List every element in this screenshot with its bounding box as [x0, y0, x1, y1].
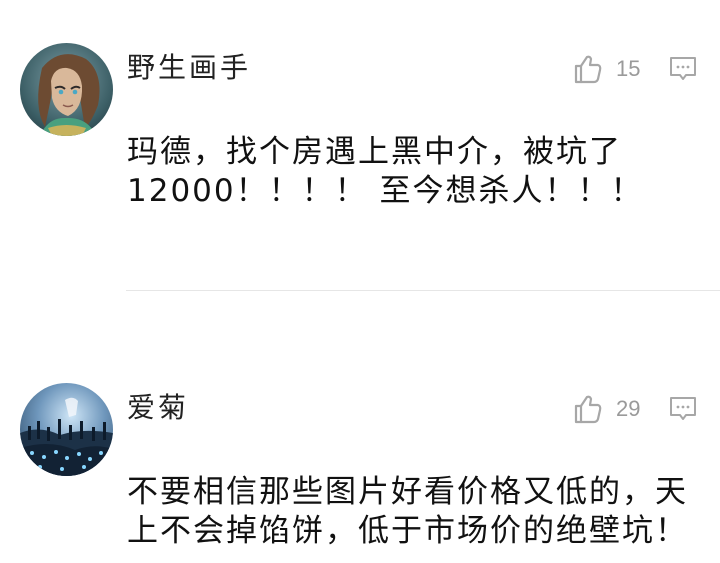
avatar-anime-character	[20, 43, 113, 136]
user-avatar[interactable]	[20, 43, 113, 136]
avatar-army-scene	[20, 383, 113, 476]
comment-item: 野生画手 15 玛德，找个房遇上黑中介，被坑了12000！！！！ 至今想杀人！！…	[0, 40, 720, 290]
comment-item: 爱菊 29 不要相信那些图片好看价格又低的，天上不会掉馅饼，低于市场价的绝壁坑！	[0, 380, 720, 563]
comment-text: 玛德，找个房遇上黑中介，被坑了12000！！！！ 至今想杀人！！！	[127, 134, 644, 209]
thumbs-up-icon[interactable]	[570, 52, 604, 86]
thumbs-up-icon[interactable]	[570, 392, 604, 426]
comment-actions: 29	[570, 392, 698, 426]
comment-actions: 15	[570, 52, 698, 86]
like-count: 15	[616, 56, 641, 81]
username[interactable]: 野生画手	[127, 48, 251, 88]
user-avatar[interactable]	[20, 383, 113, 476]
like-count: 29	[616, 396, 641, 421]
comment-icon[interactable]	[668, 54, 698, 84]
comment-list: 野生画手 15 玛德，找个房遇上黑中介，被坑了12000！！！！ 至今想杀人！！…	[0, 0, 720, 563]
comment-icon[interactable]	[668, 394, 698, 424]
comment-divider	[126, 290, 720, 291]
comment-text: 不要相信那些图片好看价格又低的，天上不会掉馅饼，低于市场价的绝壁坑！	[127, 474, 688, 549]
username[interactable]: 爱菊	[127, 388, 189, 428]
